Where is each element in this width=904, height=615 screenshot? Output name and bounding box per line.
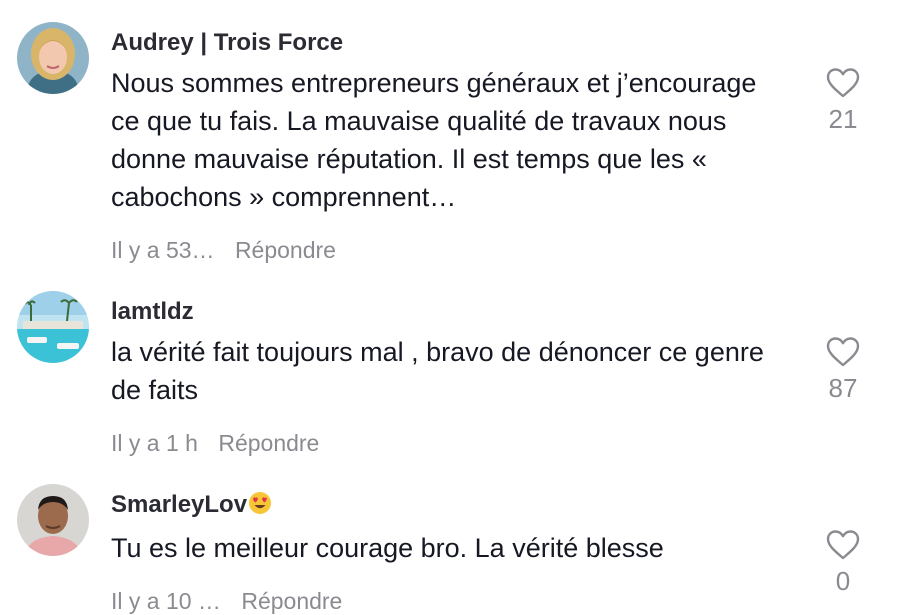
comment-timestamp: Il y a 1 h xyxy=(111,430,198,456)
like-button[interactable]: 0 xyxy=(818,530,868,596)
avatar[interactable] xyxy=(17,484,89,556)
avatar[interactable] xyxy=(17,22,89,94)
like-count: 0 xyxy=(835,566,851,596)
comment-text: Nous sommes entrepreneurs généraux et j’… xyxy=(111,68,757,212)
comment-timestamp: Il y a 10 … xyxy=(111,588,221,614)
avatar[interactable] xyxy=(17,291,89,363)
like-count: 21 xyxy=(828,104,858,134)
comment-username[interactable]: Audrey | Trois Force xyxy=(111,28,791,58)
like-button[interactable]: 21 xyxy=(818,68,868,134)
like-button[interactable]: 87 xyxy=(818,337,868,403)
comment-text: la vérité fait toujours mal , bravo de d… xyxy=(111,337,764,405)
comment-text: Tu es le meilleur courage bro. La vérité… xyxy=(111,533,664,563)
comment-timestamp: Il y a 53… xyxy=(111,237,215,263)
reply-button[interactable]: Répondre xyxy=(235,236,336,264)
heart-outline-icon[interactable] xyxy=(826,530,860,560)
heart-outline-icon[interactable] xyxy=(826,337,860,367)
comment-username-text[interactable]: SmarleyLov xyxy=(111,491,247,518)
heart-eyes-emoji-icon xyxy=(248,491,272,523)
like-count: 87 xyxy=(828,373,858,403)
reply-button[interactable]: Répondre xyxy=(218,429,319,457)
reply-button[interactable]: Répondre xyxy=(241,587,342,615)
heart-outline-icon[interactable] xyxy=(826,68,860,98)
comment-username[interactable]: lamtldz xyxy=(111,297,791,327)
comment-username[interactable]: SmarleyLov xyxy=(111,490,791,523)
